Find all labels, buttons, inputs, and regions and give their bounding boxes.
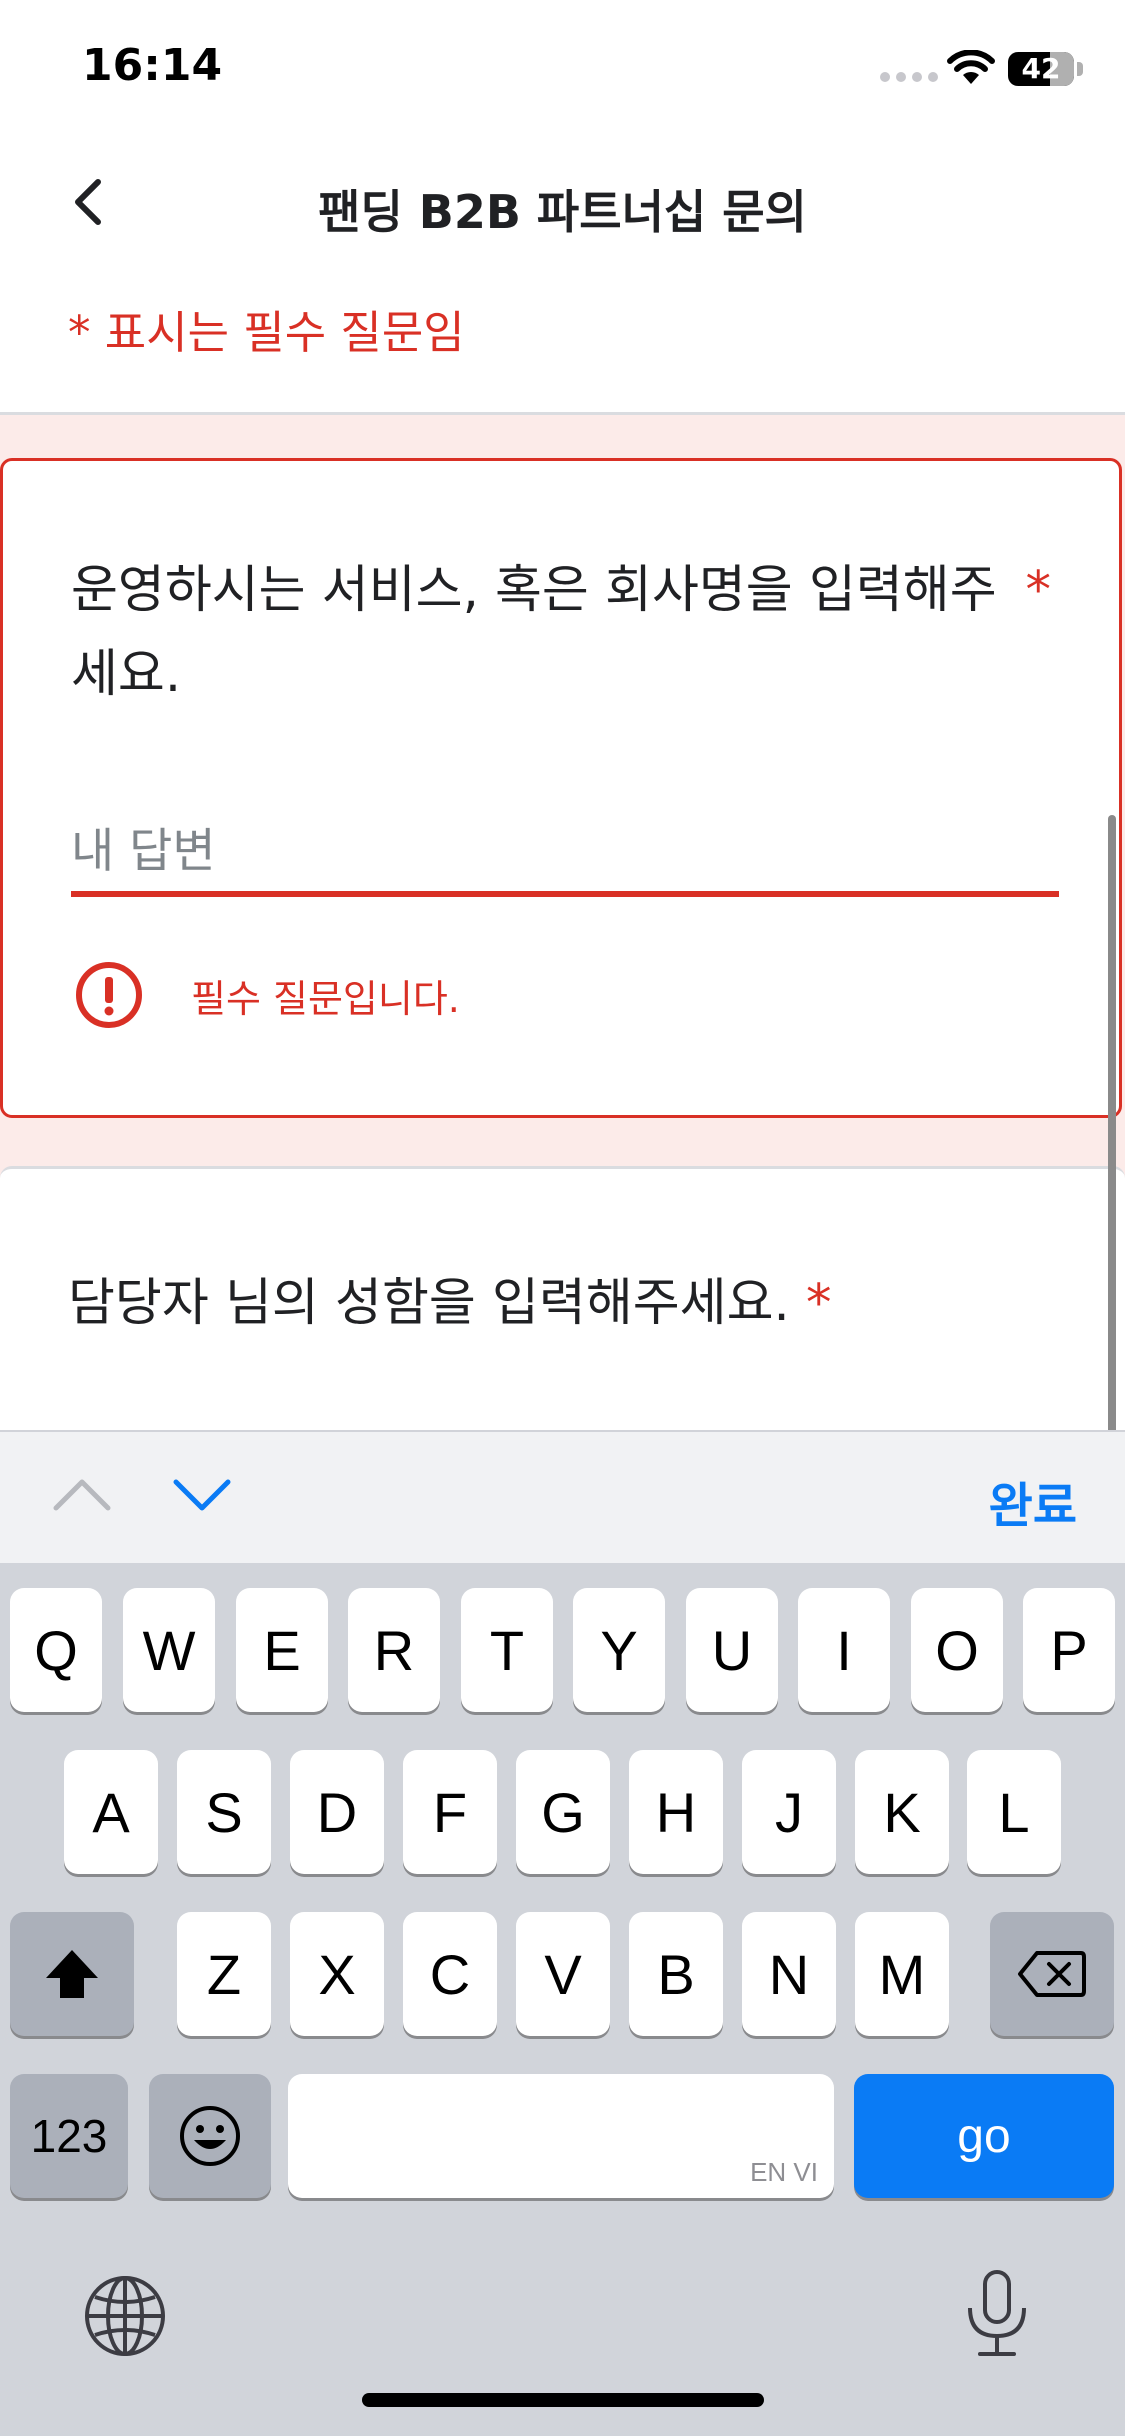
key-d[interactable]: D <box>290 1750 384 1874</box>
key-i[interactable]: I <box>798 1588 890 1712</box>
emoji-icon <box>180 2106 240 2166</box>
key-l[interactable]: L <box>967 1750 1061 1874</box>
nav-bar: 팬딩 B2B 파트너십 문의 <box>0 150 1125 260</box>
question-label: 담당자 님의 성함을 입력해주세요. * <box>68 1261 831 1335</box>
key-p[interactable]: P <box>1023 1588 1115 1712</box>
key-b[interactable]: B <box>629 1912 723 2036</box>
page-title: 팬딩 B2B 파트너십 문의 <box>318 185 807 239</box>
key-m[interactable]: M <box>855 1912 949 2036</box>
wifi-icon <box>947 50 995 84</box>
shift-icon <box>46 1950 98 1998</box>
key-q[interactable]: Q <box>10 1588 102 1712</box>
question-card-company: 운영하시는 서비스, 혹은 회사명을 입력해주세요. * 필수 질문입니다. <box>0 458 1122 1118</box>
key-g[interactable]: G <box>516 1750 610 1874</box>
key-u[interactable]: U <box>686 1588 778 1712</box>
key-s[interactable]: S <box>177 1750 271 1874</box>
numbers-key[interactable]: 123 <box>10 2074 128 2198</box>
home-indicator <box>362 2393 764 2407</box>
cellular-signal-icon <box>880 72 938 82</box>
chevron-up-icon[interactable] <box>52 1474 112 1514</box>
globe-icon[interactable] <box>82 2273 168 2359</box>
backspace-key[interactable] <box>990 1912 1114 2036</box>
key-h[interactable]: H <box>629 1750 723 1874</box>
key-f[interactable]: F <box>403 1750 497 1874</box>
key-t[interactable]: T <box>461 1588 553 1712</box>
battery-level: 42 <box>1021 52 1061 85</box>
error-message-row: 필수 질문입니다. <box>75 961 460 1029</box>
key-k[interactable]: K <box>855 1750 949 1874</box>
shift-key[interactable] <box>10 1912 134 2036</box>
required-star: * <box>1025 561 1052 620</box>
key-y[interactable]: Y <box>573 1588 665 1712</box>
error-message: 필수 질문입니다. <box>191 976 460 1021</box>
key-z[interactable]: Z <box>177 1912 271 2036</box>
space-key[interactable]: EN VI <box>288 2074 834 2198</box>
microphone-icon[interactable] <box>962 2268 1032 2360</box>
key-c[interactable]: C <box>403 1912 497 2036</box>
battery-cap <box>1077 62 1083 76</box>
key-n[interactable]: N <box>742 1912 836 2036</box>
form-header-card: * 표시는 필수 질문임 <box>0 260 1125 415</box>
key-w[interactable]: W <box>123 1588 215 1712</box>
required-star: * <box>805 1274 832 1333</box>
company-answer-input[interactable] <box>71 811 1059 897</box>
key-v[interactable]: V <box>516 1912 610 2036</box>
key-r[interactable]: R <box>348 1588 440 1712</box>
keyboard-toolbar: 완료 <box>0 1430 1125 1565</box>
question-card-name: 담당자 님의 성함을 입력해주세요. * <box>0 1166 1125 1439</box>
battery-icon: 42 <box>1008 52 1074 86</box>
backspace-icon <box>1018 1951 1086 1997</box>
space-language-hint: EN VI <box>750 2157 818 2187</box>
question-label: 운영하시는 서비스, 혹은 회사명을 입력해주세요. <box>71 561 997 704</box>
key-a[interactable]: A <box>64 1750 158 1874</box>
done-button[interactable]: 완료 <box>989 1466 1077 1536</box>
chevron-down-icon[interactable] <box>172 1474 232 1514</box>
key-o[interactable]: O <box>911 1588 1003 1712</box>
key-e[interactable]: E <box>236 1588 328 1712</box>
key-j[interactable]: J <box>742 1750 836 1874</box>
required-note: * 표시는 필수 질문임 <box>68 306 465 359</box>
error-icon <box>76 962 142 1028</box>
status-bar: 16:14 42 <box>0 0 1125 140</box>
question-text: 담당자 님의 성함을 입력해주세요. <box>68 1274 790 1333</box>
status-time: 16:14 <box>82 40 223 91</box>
key-x[interactable]: X <box>290 1912 384 2036</box>
scrollbar[interactable] <box>1108 815 1116 1435</box>
emoji-key[interactable] <box>149 2074 271 2198</box>
go-key[interactable]: go <box>854 2074 1114 2198</box>
